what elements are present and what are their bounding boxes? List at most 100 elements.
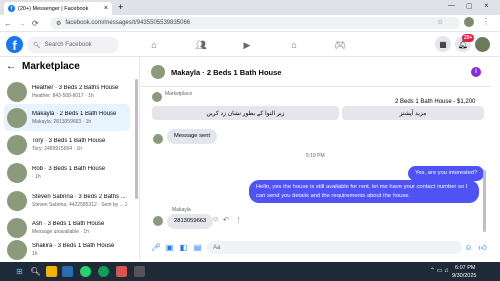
clock-time[interactable]: 6:07 PM xyxy=(455,265,475,271)
search-input[interactable]: 🔍︎ Search Facebook xyxy=(27,37,119,53)
listing-thumbnail xyxy=(7,190,27,211)
message-sent-bubble: Message sent xyxy=(167,129,218,144)
conversation-name: Steven Sabrina · 3 Beds 2 Baths ... xyxy=(32,193,126,200)
gif-icon[interactable]: ▤ xyxy=(193,243,202,252)
marketplace-label: Marketplace xyxy=(165,91,193,97)
tab-close-icon[interactable]: × xyxy=(104,5,108,12)
listing-title[interactable]: 2 Beds 1 Bath House - $1,200 xyxy=(395,99,475,105)
notification-badge: 20+ xyxy=(462,34,475,42)
friends-icon[interactable]: 👥︎ xyxy=(195,39,207,51)
conversation-sidebar: ← Marketplace Heather · 3 Beds 2 Baths H… xyxy=(0,57,140,260)
conversation-preview: Message unavailable · 1h xyxy=(32,228,89,235)
listing-thumbnail xyxy=(7,217,27,238)
conversation-preview: Heather: 843-508-6017 · 1h xyxy=(32,92,94,99)
conversation-item-shakira[interactable]: Shakira · 3 Beds 1 Bath House 1h xyxy=(4,240,130,260)
maximize-icon[interactable]: ▢ xyxy=(466,2,473,10)
sidebar-title: Marketplace xyxy=(22,61,80,72)
conversation-item-ash[interactable]: Ash · 3 Beds 1 Bath House Message unavail… xyxy=(4,214,130,241)
clock-date[interactable]: 9/30/2025 xyxy=(452,273,476,279)
conversation-item-heather[interactable]: Heather · 3 Beds 2 Baths House Heather: 8… xyxy=(4,78,130,105)
sender-avatar xyxy=(153,216,163,226)
url-input[interactable]: ⚙ facebook.com/messages/t/94355055398350… xyxy=(50,17,460,29)
whatsapp-icon[interactable] xyxy=(80,266,91,277)
browser-menu-icon[interactable]: ⋮ xyxy=(482,17,490,26)
listing-thumbnail xyxy=(7,134,27,155)
sticker-icon[interactable]: ◧ xyxy=(179,243,188,252)
conversation-item-makayla[interactable]: Makayla · 2 Beds 1 Bath House Makayla: 28… xyxy=(4,104,130,131)
watch-icon[interactable]: ▶ xyxy=(241,39,253,51)
conversation-name: Shakira · 3 Beds 1 Bath House xyxy=(32,243,115,249)
menu-grid-icon[interactable]: ▦ xyxy=(435,36,451,52)
browser-tab[interactable]: f (20+) Messenger | Facebook × xyxy=(4,2,112,15)
message-input[interactable]: Aa xyxy=(207,241,462,254)
account-avatar[interactable] xyxy=(475,37,490,52)
home-icon[interactable]: ⌂ xyxy=(148,39,160,51)
sidebar-header: ← Marketplace xyxy=(6,61,80,72)
conversation-name: Ash · 3 Beds 1 Bath House xyxy=(32,220,105,227)
chat-header: Makayla · 2 Beds 1 Bath House i xyxy=(141,57,491,87)
react-icon[interactable]: ☺ xyxy=(212,216,219,223)
new-tab-button[interactable]: + xyxy=(118,2,123,12)
sidebar-scrollbar[interactable] xyxy=(135,79,138,199)
sender-avatar xyxy=(153,134,163,144)
forward-icon[interactable]: → xyxy=(18,19,26,28)
microphone-icon[interactable]: 🎤︎ xyxy=(151,243,161,252)
conversation-item-rob[interactable]: Rob · 3 Beds 1 Bath House · 1h xyxy=(4,159,130,186)
conversation-name: Makayla · 2 Beds 1 Bath House xyxy=(32,110,117,117)
tab-title: (20+) Messenger | Facebook xyxy=(18,5,89,12)
listing-thumbnail xyxy=(7,107,27,128)
reply-icon[interactable]: ↶ xyxy=(223,216,229,224)
outgoing-message: Yes, are you interested? xyxy=(408,166,485,181)
back-arrow-icon[interactable]: ← xyxy=(6,61,16,72)
conversation-preview: · 1h xyxy=(32,173,41,180)
conversation-name: Tory · 3 Beds 1 Bath House xyxy=(32,137,106,144)
chat-title[interactable]: Makayla · 2 Beds 1 Bath House xyxy=(171,68,281,77)
browser-tab-bar: f (20+) Messenger | Facebook × + — ▢ × xyxy=(0,0,500,15)
mark-as-pending-button[interactable]: زیر التوا کے بطور نشان زد کریں xyxy=(152,106,339,120)
profile-avatar[interactable] xyxy=(464,17,474,27)
reload-icon[interactable]: ⟳ xyxy=(32,19,39,28)
facebook-logo-icon[interactable]: f xyxy=(6,36,23,53)
conversation-item-steven-sabrina[interactable]: Steven Sabrina · 3 Beds 2 Baths ... Steve… xyxy=(4,187,130,214)
site-info-icon[interactable]: ⚙ xyxy=(56,20,61,27)
address-bar-row: ← → ⟳ ⚙ facebook.com/messages/t/94355055… xyxy=(0,15,500,32)
incoming-message[interactable]: 2813059663 xyxy=(167,214,214,229)
file-explorer-icon[interactable] xyxy=(46,266,57,277)
more-options-button[interactable]: مزید آپشنز xyxy=(342,106,484,120)
conversation-preview: Steven Sabrina: 4422585312 · Sent by ...… xyxy=(32,201,127,208)
listing-thumbnail xyxy=(7,81,27,102)
chat-avatar[interactable] xyxy=(151,65,165,79)
chat-scrollbar[interactable] xyxy=(483,170,486,232)
facebook-header: f 🔍︎ Search Facebook ⌂ 👥︎ ▶ ⌂ 🎮︎ ▦ 🔔︎ 20… xyxy=(0,33,500,57)
search-taskbar-icon[interactable]: 🔍︎ xyxy=(30,266,41,277)
emoji-icon[interactable]: ☺ xyxy=(464,243,473,252)
conversation-preview: Tory: 2489915654 · 1h xyxy=(32,145,83,152)
close-window-icon[interactable]: × xyxy=(484,1,489,10)
app-icon[interactable] xyxy=(116,266,127,277)
bookmark-star-icon[interactable]: ☆ xyxy=(437,18,443,26)
back-icon[interactable]: ← xyxy=(4,19,12,28)
sender-name: Makayla xyxy=(172,207,191,213)
start-icon[interactable]: ⊞ xyxy=(14,266,25,277)
url-text: facebook.com/messages/t/9435505539835066 xyxy=(65,20,191,26)
gaming-icon[interactable]: 🎮︎ xyxy=(334,39,346,51)
marketplace-icon[interactable]: ⌂ xyxy=(288,39,300,51)
more-icon[interactable]: ⋮ xyxy=(235,216,242,224)
message-composer: 🎤︎ ▣ ◧ ▤ Aa ☺ 👍︎ xyxy=(141,239,491,257)
conversation-preview: Makayla: 2813059663 · 1h xyxy=(32,118,92,125)
facebook-favicon-icon: f xyxy=(8,5,15,12)
conversation-preview: 1h xyxy=(32,251,38,257)
like-icon[interactable]: 👍︎ xyxy=(478,243,487,252)
app-icon[interactable] xyxy=(134,266,145,277)
edge-icon[interactable] xyxy=(62,266,73,277)
search-icon: 🔍︎ xyxy=(33,42,41,49)
info-icon[interactable]: i xyxy=(471,67,481,77)
conversation-item-tory[interactable]: Tory · 3 Beds 1 Bath House Tory: 24899156… xyxy=(4,131,130,158)
conversation-name: Heather · 3 Beds 2 Baths House xyxy=(32,84,119,91)
listing-avatar xyxy=(152,92,162,102)
minimize-icon[interactable]: — xyxy=(448,2,455,9)
message-timestamp: 5:19 PM xyxy=(306,153,325,159)
image-icon[interactable]: ▣ xyxy=(165,243,174,252)
chrome-icon[interactable] xyxy=(98,266,109,277)
tray-icons[interactable]: ⌃ ▭ ♫ xyxy=(430,267,449,274)
